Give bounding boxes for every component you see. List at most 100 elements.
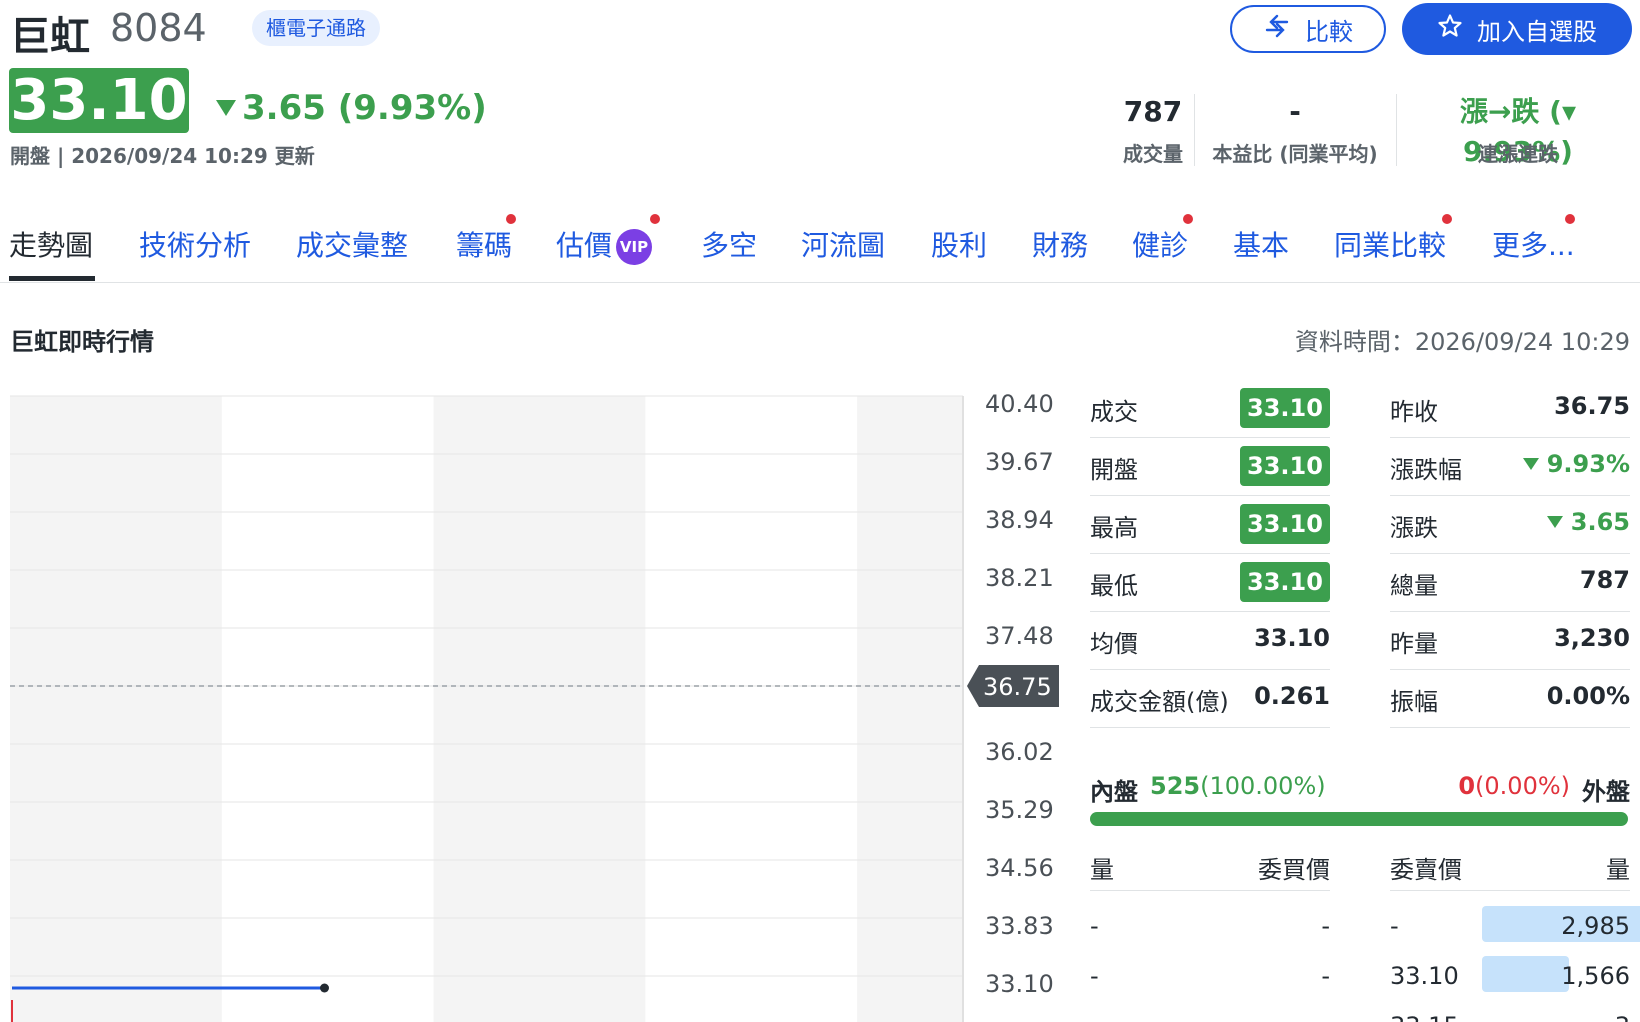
notification-dot xyxy=(506,214,516,224)
add-watchlist-button[interactable]: 加入自選股 xyxy=(1402,3,1632,55)
quote-value: 3,230 xyxy=(1554,624,1630,652)
quote-label: 成交金額(億) xyxy=(1090,688,1229,716)
metric-value: - xyxy=(1289,95,1301,128)
y-tick-label: 35.29 xyxy=(985,796,1054,824)
metric-streak: 漲→跌 (▾ 9.93%) 連漲連跌 xyxy=(1404,92,1632,168)
ask-price: 33.15 xyxy=(1390,1012,1459,1022)
tab-bar: 走勢圖 技術分析 成交彙整 籌碼 估價 VIP 多空 河流圖 股利 財務 健診 基… xyxy=(0,214,1640,282)
y-tick-label: 40.40 xyxy=(985,390,1054,418)
y-tick-label: 34.56 xyxy=(985,854,1054,882)
y-tick-label: 33.83 xyxy=(985,912,1054,940)
quote-label: 開盤 xyxy=(1090,456,1138,484)
tab-dividend[interactable]: 股利 xyxy=(931,224,987,270)
last-price-point xyxy=(319,983,329,993)
quote-row: 漲跌 3.65 xyxy=(1390,496,1630,554)
y-tick-label: 39.67 xyxy=(985,448,1054,476)
inner-pct: (100.00%) xyxy=(1200,772,1326,800)
quote-row: 成交金額(億) 0.261 xyxy=(1090,670,1330,728)
compare-button[interactable]: 比較 xyxy=(1230,5,1386,53)
quote-value-text: 9.93% xyxy=(1546,450,1630,478)
y-tick-label: 38.21 xyxy=(985,564,1054,592)
tab-financials[interactable]: 財務 xyxy=(1032,224,1088,270)
time-band xyxy=(857,396,963,1022)
quote-label: 最高 xyxy=(1090,514,1138,542)
tab-bull-bear[interactable]: 多空 xyxy=(701,224,757,270)
inner-label: 內盤 xyxy=(1090,778,1138,806)
tab-valuation-label: 估價 xyxy=(556,229,613,262)
tab-chips[interactable]: 籌碼 xyxy=(456,224,512,270)
quote-row: 振幅 0.00% xyxy=(1390,670,1630,728)
y-tick-label: 33.10 xyxy=(985,970,1054,998)
down-arrow-icon xyxy=(1522,458,1539,470)
quote-row: 開盤 33.10 xyxy=(1090,438,1330,496)
outer-label: 外盤 xyxy=(1582,778,1630,806)
reference-price-label: 36.75 xyxy=(983,673,1052,701)
active-tab-indicator xyxy=(9,276,95,281)
quote-value: 3.65 xyxy=(1546,508,1630,536)
time-band xyxy=(433,396,646,1022)
update-time: 開盤 | 2026/09/24 10:29 更新 xyxy=(10,144,315,168)
tab-more[interactable]: 更多... xyxy=(1492,224,1575,270)
inner-volume: 525 xyxy=(1150,772,1201,800)
price-change: 3.65 (9.93%) xyxy=(216,88,487,128)
metric-pe: - 本益比 (同業平均) xyxy=(1200,92,1390,167)
metric-label: 成交量 xyxy=(1123,142,1183,166)
quote-label: 最低 xyxy=(1090,572,1138,600)
bid-volume: - xyxy=(1090,912,1099,940)
quote-row: 昨量 3,230 xyxy=(1390,612,1630,670)
quote-value: 33.10 xyxy=(1240,388,1330,428)
y-tick-label: 36.02 xyxy=(985,738,1054,766)
data-time: 資料時間：2026/09/24 10:29 xyxy=(1294,328,1630,356)
intraday-chart[interactable]: 40.40 39.67 38.94 38.21 37.48 36.02 35.29 34.56… xyxy=(0,390,1070,1022)
tab-trend[interactable]: 走勢圖 xyxy=(9,224,93,270)
tab-basic[interactable]: 基本 xyxy=(1233,224,1289,270)
quote-label: 昨收 xyxy=(1390,398,1438,426)
notification-dot xyxy=(1565,214,1575,224)
quote-row: 總量 787 xyxy=(1390,554,1630,612)
quote-value: 787 xyxy=(1579,566,1630,594)
compare-icon xyxy=(1263,12,1291,46)
divider xyxy=(1090,890,1330,891)
quote-value: 0.261 xyxy=(1254,682,1330,710)
ask-volume: 1,566 xyxy=(1561,962,1630,990)
tab-technical[interactable]: 技術分析 xyxy=(139,224,251,270)
metric-value: 漲→跌 (▾ 9.93%) xyxy=(1459,95,1577,168)
orderbook-header-bid-price: 委買價 xyxy=(1258,856,1330,884)
compare-label: 比較 xyxy=(1305,17,1353,46)
tab-trades[interactable]: 成交彙整 xyxy=(296,224,408,270)
divider xyxy=(0,282,1640,283)
y-tick-label: 37.48 xyxy=(985,622,1054,650)
down-arrow-icon xyxy=(1546,516,1563,528)
quote-row: 最低 33.10 xyxy=(1090,554,1330,612)
quote-value: 33.10 xyxy=(1240,562,1330,602)
quote-value: 36.75 xyxy=(1554,392,1630,420)
quote-label: 均價 xyxy=(1090,630,1138,658)
stock-name: 巨虹 xyxy=(10,14,90,60)
quote-value: 33.10 xyxy=(1254,624,1330,652)
bid-price: - xyxy=(1321,912,1330,940)
quote-value: 0.00% xyxy=(1546,682,1630,710)
quote-label: 成交 xyxy=(1090,398,1138,426)
inner-value: 525(100.00%) xyxy=(1150,772,1326,800)
quote-label: 漲跌 xyxy=(1390,514,1438,542)
tab-peer-compare[interactable]: 同業比較 xyxy=(1334,224,1446,270)
industry-badge[interactable]: 櫃電子通路 xyxy=(252,10,380,46)
quote-value: 33.10 xyxy=(1240,446,1330,486)
quote-row: 昨收 36.75 xyxy=(1390,380,1630,438)
tab-health-check[interactable]: 健診 xyxy=(1132,224,1188,270)
quote-label: 漲跌幅 xyxy=(1390,456,1462,484)
outer-volume: 0 xyxy=(1458,772,1476,800)
metric-volume: 787 成交量 xyxy=(1098,92,1208,167)
quote-value: 9.93% xyxy=(1522,450,1630,478)
quote-row: 最高 33.10 xyxy=(1090,496,1330,554)
orderbook-header-ask-volume: 量 xyxy=(1606,856,1630,884)
outer-pct: (0.00%) xyxy=(1475,772,1570,800)
notification-dot xyxy=(1183,214,1193,224)
outer-value: 0(0.00%) xyxy=(1458,772,1570,800)
tab-river-chart[interactable]: 河流圖 xyxy=(801,224,885,270)
watchlist-label: 加入自選股 xyxy=(1477,17,1597,46)
inner-outer-ratio-bar xyxy=(1090,812,1628,826)
quote-label: 昨量 xyxy=(1390,630,1438,658)
tab-valuation[interactable]: 估價 VIP xyxy=(556,224,653,270)
quote-row: 成交 33.10 xyxy=(1090,380,1330,438)
